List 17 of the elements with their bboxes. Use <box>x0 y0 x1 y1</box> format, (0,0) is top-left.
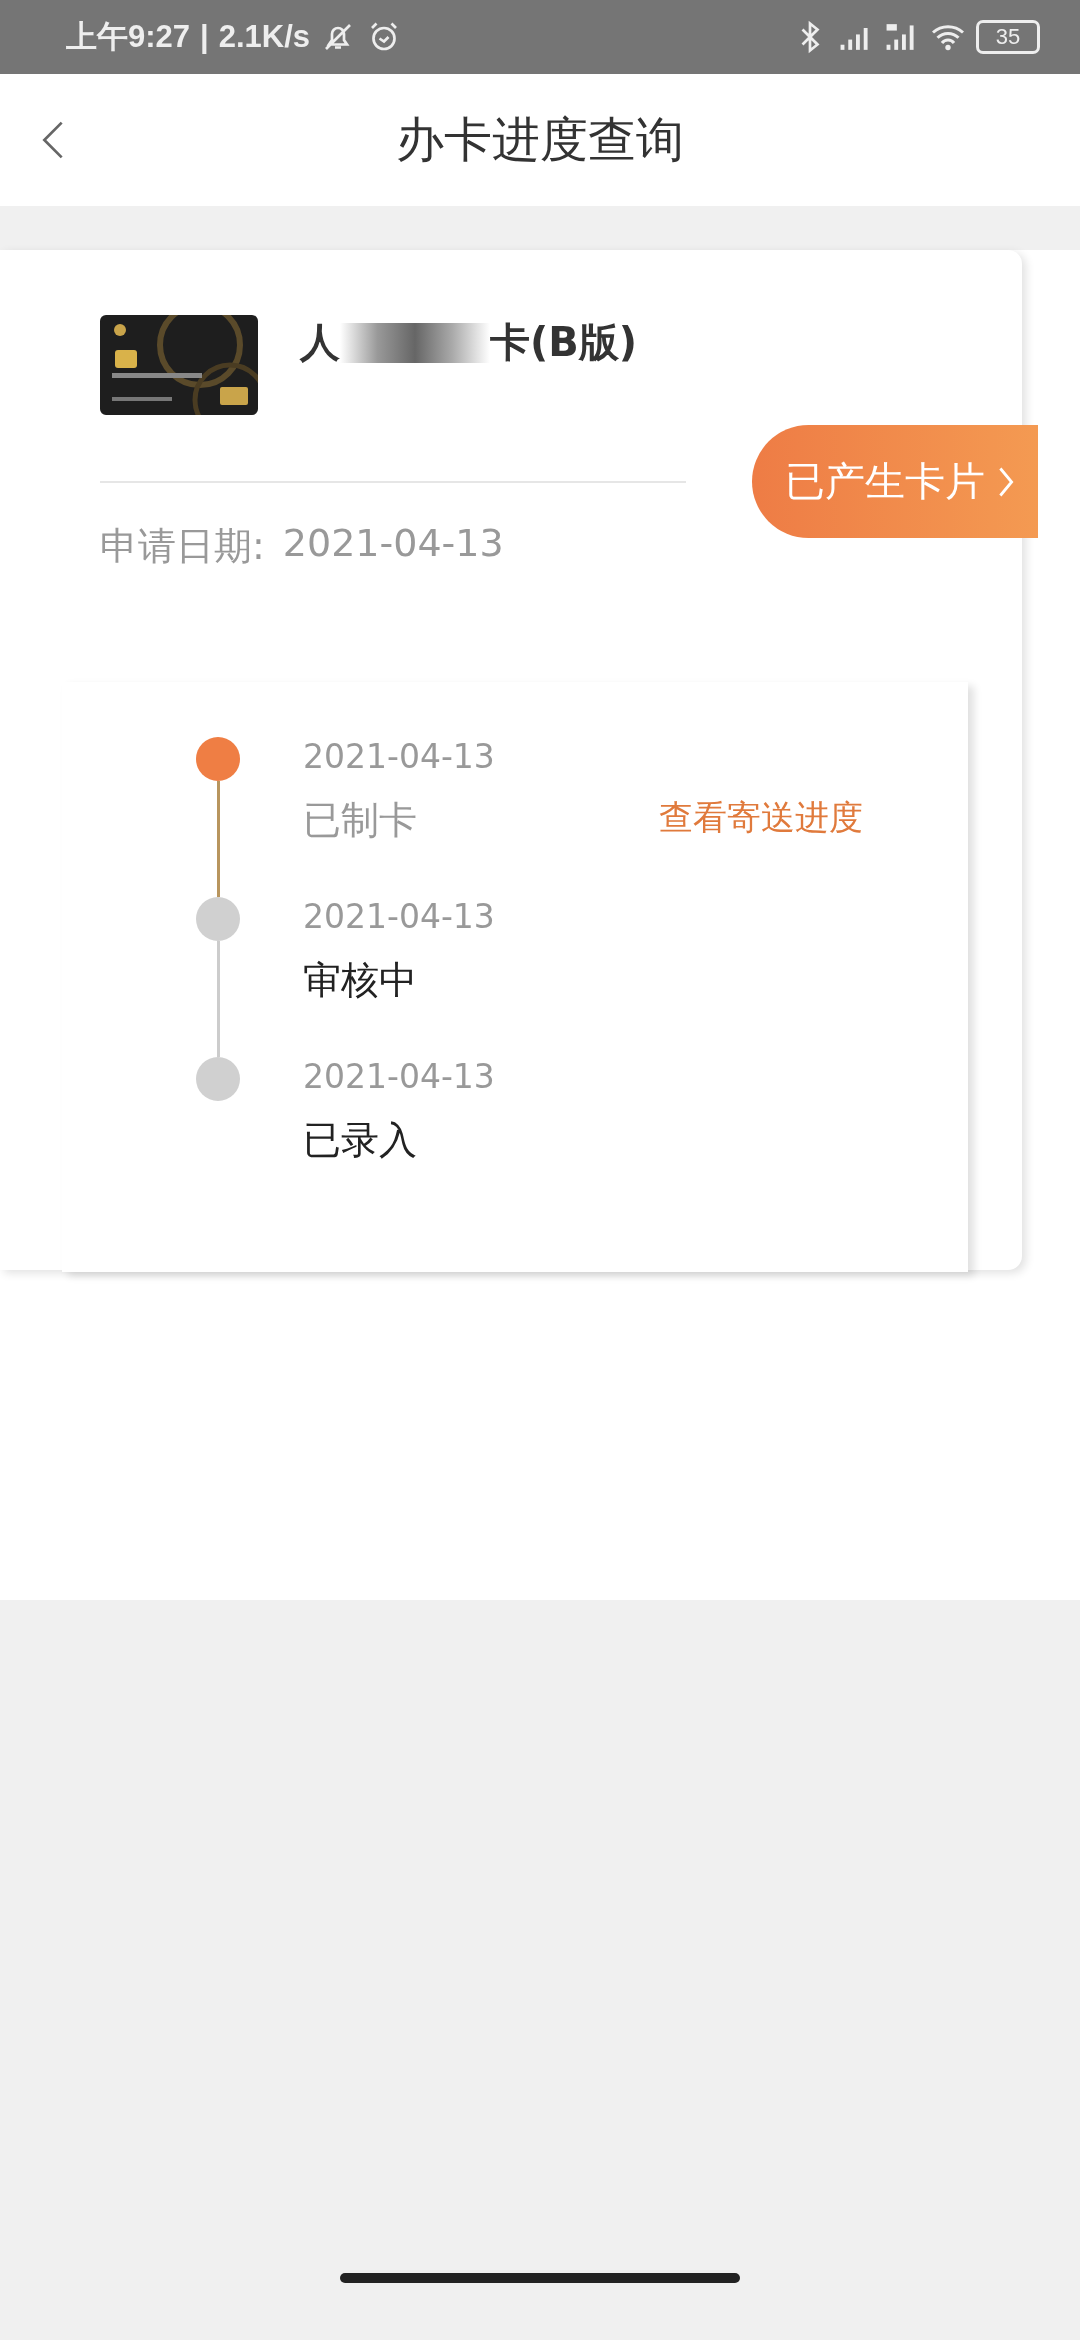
separator: | <box>200 19 209 55</box>
step-status: 审核中 <box>303 957 417 1004</box>
shipping-progress-link[interactable]: 查看寄送进度 <box>659 795 863 846</box>
step-date: 2021-04-13 <box>303 897 496 937</box>
page-title: 办卡进度查询 <box>396 110 684 169</box>
status-time: 上午9:27 <box>66 18 191 56</box>
card-status-button[interactable]: 已产生卡片 <box>752 425 1038 538</box>
card-name: 人 <box>300 318 340 367</box>
date-label: 申请日期: <box>100 523 265 570</box>
step-date: 2021-04-13 <box>303 737 496 777</box>
application-date: 2021-04-13 <box>282 521 504 567</box>
network-speed: 2.1K/s <box>218 19 311 55</box>
step-status: 已录入 <box>303 1117 417 1164</box>
battery-icon: 35 <box>976 20 1040 54</box>
card-name: 卡(B版) <box>490 318 638 367</box>
step-date: 2021-04-13 <box>303 1057 496 1097</box>
step-status: 已制卡 <box>303 797 417 844</box>
